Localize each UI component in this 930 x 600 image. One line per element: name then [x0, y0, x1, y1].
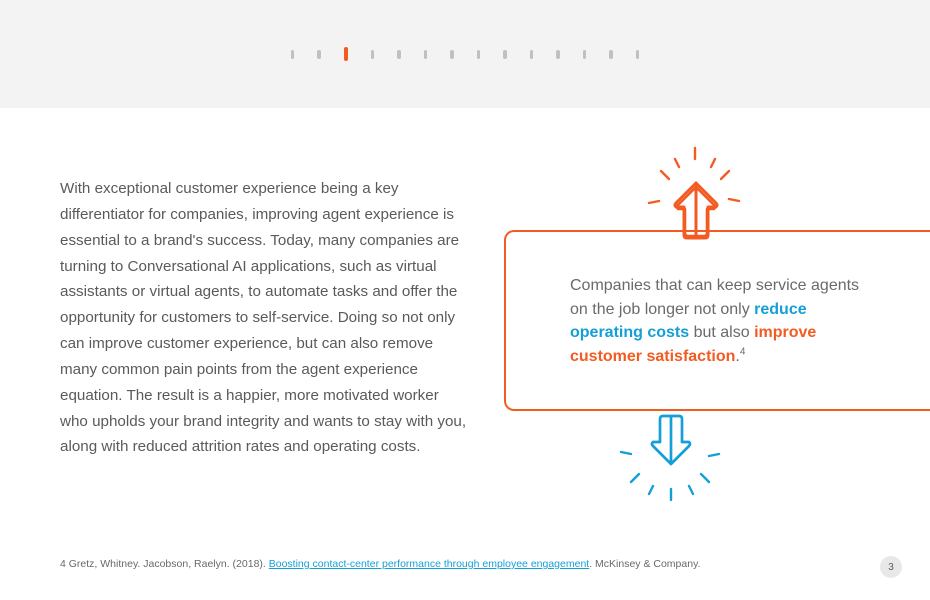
callout-container: Companies that can keep service agents o… — [504, 148, 930, 568]
page-tick — [424, 50, 428, 59]
page-tick — [317, 50, 321, 59]
callout-text: Companies that can keep service agents o… — [570, 274, 874, 369]
page-tick — [291, 50, 295, 59]
footnote-suffix: . McKinsey & Company. — [589, 558, 700, 570]
page-tick-active — [344, 47, 348, 61]
page-tick — [636, 50, 640, 59]
page-tick — [556, 50, 560, 59]
footnote-link[interactable]: Boosting contact-center performance thro… — [269, 558, 589, 570]
footnote: 4 Gretz, Whitney. Jacobson, Raelyn. (201… — [60, 558, 700, 570]
page-number-badge: 3 — [880, 556, 902, 578]
page-tick — [530, 50, 534, 59]
page-tick — [371, 50, 375, 59]
page-tick — [609, 50, 613, 59]
callout-mid: but also — [689, 324, 754, 341]
callout-footnote-ref: 4 — [740, 347, 746, 358]
page-tick — [477, 50, 481, 59]
callout-box: Companies that can keep service agents o… — [504, 230, 930, 411]
page-tick — [503, 50, 507, 59]
page-number: 3 — [888, 562, 894, 573]
page-tick — [583, 50, 587, 59]
arrow-down-icon — [609, 404, 734, 514]
footnote-authors: Gretz, Whitney. Jacobson, Raelyn. (2018)… — [66, 558, 269, 570]
body-paragraph: With exceptional customer experience bei… — [60, 176, 470, 460]
pagination-indicator — [291, 47, 640, 61]
page-tick — [450, 50, 454, 59]
page-tick — [397, 50, 401, 59]
header-band — [0, 0, 930, 108]
callout-before: Companies that can keep service agents o… — [570, 277, 859, 318]
